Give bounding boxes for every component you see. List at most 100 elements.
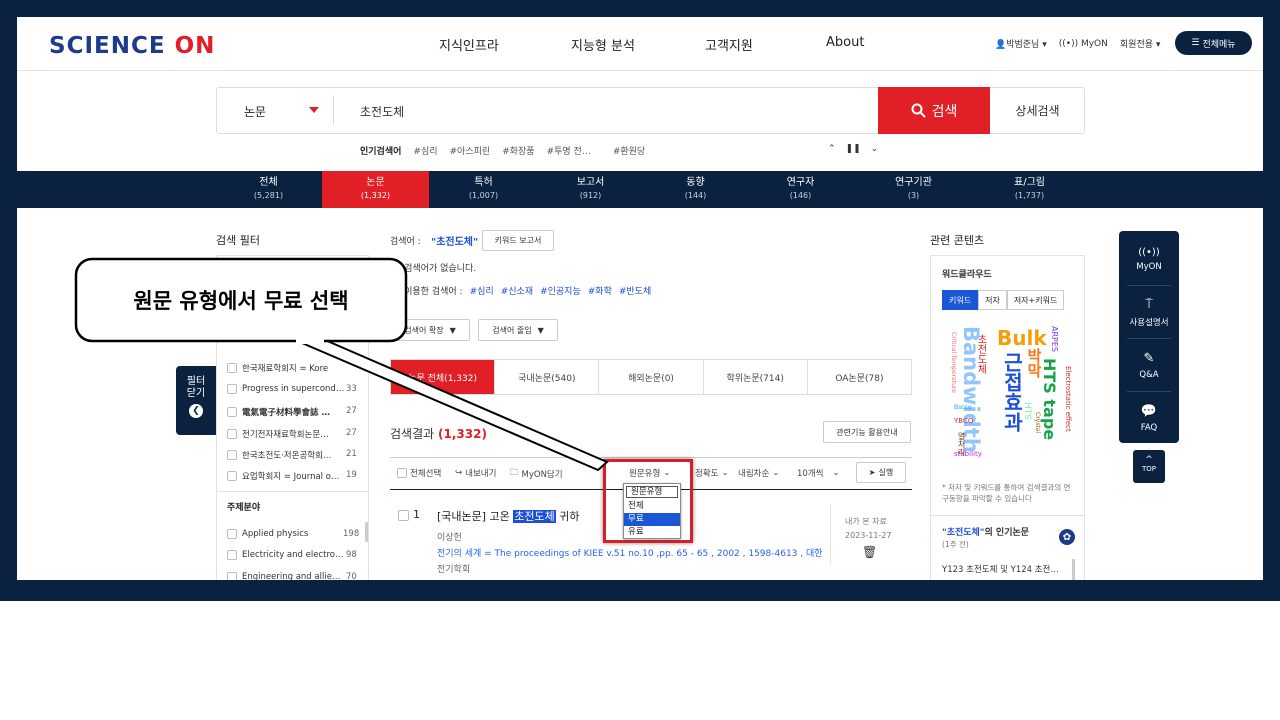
filter-journal-item[interactable]: 한국초전도·저온공학회…	[227, 449, 357, 461]
wc-word[interactable]: Electrostatic effect	[1064, 366, 1072, 432]
wc-word[interactable]: Bulk	[997, 326, 1047, 350]
wc-tab-keyword[interactable]: 키워드	[942, 290, 979, 310]
tab-reports[interactable]: 보고서 (912)	[537, 171, 644, 208]
wc-word[interactable]: 근접효과	[998, 352, 1027, 432]
category-select[interactable]: 논문	[244, 103, 266, 120]
subtab-all[interactable]: 논문 전체(1,332)	[391, 360, 496, 394]
trash-icon[interactable]: 🗑	[862, 545, 877, 559]
wc-tab-author[interactable]: 저자	[978, 290, 1007, 310]
popular-keyword[interactable]: #투명 전…	[547, 144, 591, 157]
nav-item-analysis[interactable]: 지능형 분석	[571, 35, 635, 54]
result-author[interactable]: 이상헌	[437, 530, 462, 543]
used-term[interactable]: #심리	[470, 284, 494, 297]
wc-word[interactable]: 열처리	[956, 432, 967, 456]
sidebar-qna[interactable]: ✎ Q&A	[1119, 339, 1179, 392]
filter-journal-item[interactable]: 電氣電子材料學會誌 …	[227, 406, 357, 418]
subtab-oa[interactable]: OA논문(78)	[808, 360, 911, 394]
tab-trends[interactable]: 동향 (144)	[642, 171, 749, 208]
result-title[interactable]: [국내논문] 고온 초전도체 귀하	[437, 508, 580, 524]
search-button[interactable]: 검색	[878, 87, 990, 134]
sidebar-myon[interactable]: ((•)) MyON	[1119, 233, 1179, 286]
tab-institutes[interactable]: 연구기관 (3)	[860, 171, 967, 208]
related-scrollbar[interactable]	[1072, 559, 1075, 580]
checkbox[interactable]	[227, 572, 237, 580]
wc-word[interactable]: 초전도체	[973, 334, 988, 374]
search-input[interactable]: 초전도체	[360, 103, 404, 120]
used-term[interactable]: #화학	[588, 284, 612, 297]
checkbox[interactable]	[227, 450, 237, 460]
popular-keyword[interactable]: #심리	[413, 144, 437, 157]
filter-journal-item[interactable]: 전기전자재료학회논문…	[227, 428, 357, 440]
select-all-checkbox[interactable]: 전체선택	[397, 467, 441, 479]
checkbox[interactable]	[227, 384, 237, 394]
tab-all[interactable]: 전체 (5,281)	[215, 171, 322, 208]
sidebar-faq[interactable]: 💬 FAQ	[1119, 392, 1179, 445]
subtab-domestic[interactable]: 국내논문(540)	[495, 360, 600, 394]
filter-subject-item[interactable]: Electricity and electro…	[227, 550, 357, 560]
popular-paper-item[interactable]: Y123 초전도체 및 Y124 초전…	[942, 563, 1059, 575]
wc-word[interactable]: Critical Temperature	[950, 332, 957, 393]
member-menu[interactable]: 회원전용 ▾	[1120, 37, 1161, 50]
advanced-search-button[interactable]: 상세검색	[990, 87, 1085, 134]
export-button[interactable]: ↪ 내보내기	[455, 467, 496, 479]
subtab-overseas[interactable]: 해외논문(0)	[599, 360, 704, 394]
wc-word[interactable]: Crystal	[1034, 412, 1041, 433]
used-term[interactable]: #인공지능	[540, 284, 581, 297]
subtab-thesis[interactable]: 학위논문(714)	[704, 360, 808, 394]
nav-item-support[interactable]: 고객지원	[705, 35, 753, 54]
logo[interactable]: SCIENCE ON	[49, 33, 215, 59]
checkbox[interactable]	[227, 429, 237, 439]
nav-item-about[interactable]: About	[826, 35, 864, 50]
wc-word[interactable]: HTS	[1022, 402, 1032, 420]
checkbox[interactable]	[227, 529, 237, 539]
top-button[interactable]: ^ TOP	[1133, 450, 1165, 483]
wc-word[interactable]: 박막	[1024, 348, 1045, 378]
result-checkbox[interactable]	[398, 510, 409, 521]
filter-subject-item[interactable]: Engineering and allie…	[227, 572, 357, 580]
wc-word[interactable]: YBCO	[954, 417, 973, 425]
per-page-select[interactable]: 10개씩 ⌄	[797, 467, 840, 479]
filter-journal-item[interactable]: 한국재료학회지 = Kore	[227, 362, 357, 374]
keyword-report-button[interactable]: 키워드 보고서	[482, 230, 554, 251]
nav-item-infra[interactable]: 지식인프라	[439, 35, 499, 54]
filter-scrollbar[interactable]	[365, 522, 368, 542]
popular-keyword[interactable]: #화장품	[502, 144, 534, 157]
popular-keyword[interactable]: #아스피린	[450, 144, 491, 157]
used-term[interactable]: #반도체	[619, 284, 651, 297]
myon-link[interactable]: ((•)) MyON	[1059, 39, 1108, 49]
popular-keyword[interactable]: #환원당	[613, 144, 645, 157]
wc-word[interactable]: ARPES	[1050, 326, 1059, 352]
checkbox[interactable]	[227, 407, 237, 417]
pause-icon[interactable]: ❚❚	[846, 144, 861, 154]
sort-select[interactable]: 정확도 ⌄	[695, 467, 729, 479]
filter-subject-item[interactable]: Applied physics	[227, 529, 357, 539]
chevron-up-icon[interactable]: ⌃	[828, 144, 836, 154]
checkbox[interactable]	[227, 550, 237, 560]
tab-figures[interactable]: 표/그림 (1,737)	[976, 171, 1083, 208]
dropdown-option-selected[interactable]: 무료	[624, 513, 680, 526]
wc-word[interactable]: Bscco	[954, 404, 972, 411]
filter-journal-item[interactable]: Progress in supercond…	[227, 384, 357, 394]
used-term[interactable]: #신소재	[501, 284, 533, 297]
all-menu-button[interactable]: ☰ 전체메뉴	[1175, 31, 1252, 55]
tab-papers[interactable]: 논문 (1,332)	[322, 171, 429, 208]
wc-tab-author-keyword[interactable]: 저자+키워드	[1006, 290, 1065, 310]
checkbox[interactable]	[227, 471, 237, 481]
user-menu[interactable]: 👤박범준님 ▾	[995, 37, 1047, 50]
chevron-down-icon[interactable]: ⌄	[871, 144, 879, 154]
order-select[interactable]: 내림차순 ⌄	[738, 467, 779, 479]
result-source[interactable]: 전기의 세계 = The proceedings of KIEE v.51 no…	[437, 546, 827, 559]
gear-icon[interactable]: ✿	[1059, 529, 1075, 545]
dropdown-option[interactable]: 전체	[624, 500, 680, 513]
caret-down-icon[interactable]	[309, 107, 319, 113]
dropdown-option[interactable]: 유료	[624, 526, 680, 539]
dropdown-option[interactable]: 원문유형	[626, 486, 678, 498]
sidebar-manual[interactable]: ⍑ 사용설명서	[1119, 286, 1179, 339]
myon-save-button[interactable]: 🗀 MyON담기	[510, 467, 563, 481]
run-button[interactable]: ➤ 실행	[856, 462, 906, 483]
checkbox[interactable]	[227, 363, 237, 373]
filter-close-tab[interactable]: 필터 닫기 ❮	[176, 366, 216, 435]
tab-researchers[interactable]: 연구자 (146)	[747, 171, 854, 208]
guide-button[interactable]: 관련기능 활용안내	[823, 421, 911, 443]
narrow-term-button[interactable]: 검색어 줄임 ▼	[478, 319, 558, 341]
